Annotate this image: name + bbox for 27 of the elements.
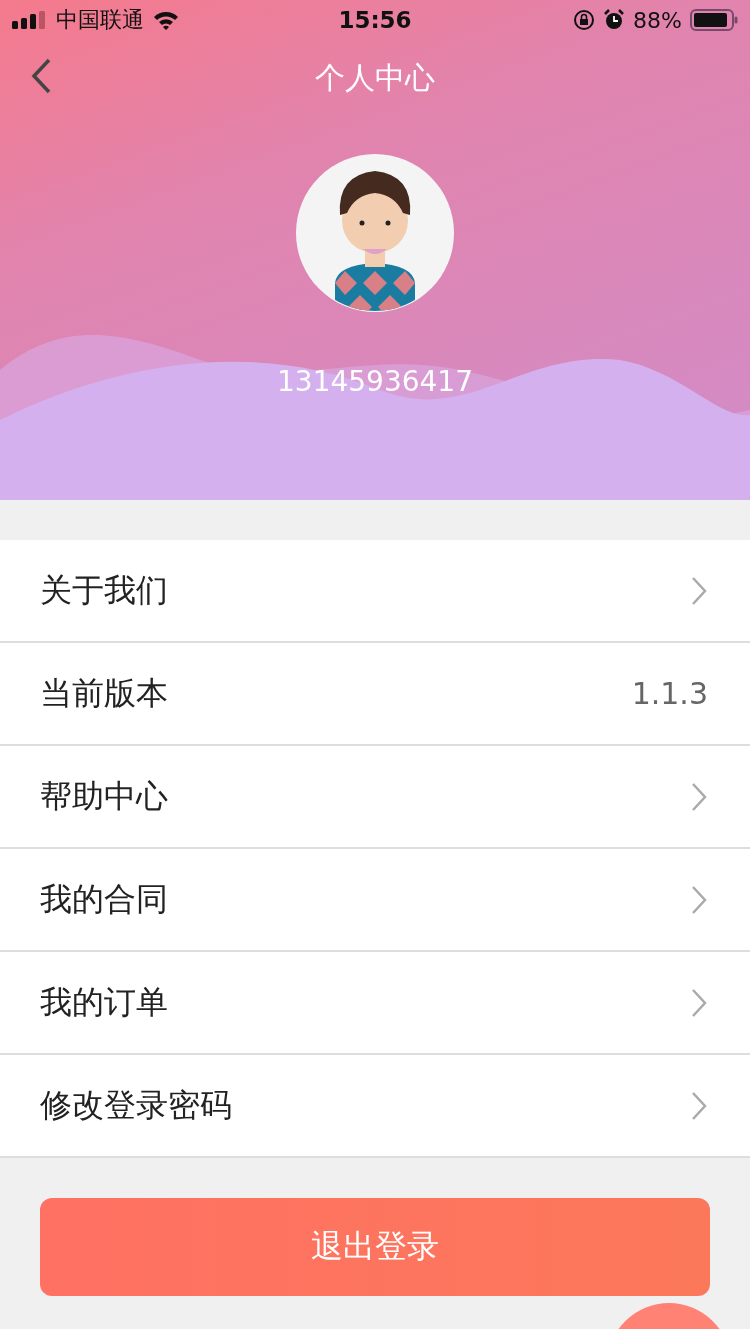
chevron-right-icon [690, 781, 708, 812]
menu-item[interactable]: 我的订单 [0, 952, 750, 1055]
chevron-right-icon [690, 1090, 708, 1121]
battery-icon [690, 9, 738, 31]
chevron-right-icon [690, 884, 708, 915]
alarm-clock-icon [603, 9, 626, 31]
phone-number: 13145936417 [277, 365, 473, 398]
chevron-right-icon [690, 987, 708, 1018]
back-chevron-icon [30, 58, 52, 94]
menu-item[interactable]: 我的合同 [0, 849, 750, 952]
rotation-lock-icon [573, 9, 596, 31]
menu-item[interactable]: 修改登录密码 [0, 1055, 750, 1158]
menu-label: 我的合同 [40, 878, 168, 920]
status-time: 15:56 [338, 7, 412, 33]
carrier-name: 中国联通 [56, 6, 144, 34]
menu-label: 我的订单 [40, 981, 168, 1023]
page-title: 个人中心 [315, 58, 435, 97]
chevron-right-icon [690, 575, 708, 606]
menu-item[interactable]: 关于我们 [0, 540, 750, 643]
menu-label: 关于我们 [40, 569, 168, 611]
signal-icon [12, 11, 48, 29]
menu-label: 修改登录密码 [40, 1084, 232, 1126]
battery-percent: 88% [633, 7, 682, 33]
menu-label: 帮助中心 [40, 775, 168, 817]
version-value: 1.1.3 [631, 676, 708, 711]
wifi-icon [152, 10, 180, 30]
menu-label: 当前版本 [40, 672, 168, 714]
